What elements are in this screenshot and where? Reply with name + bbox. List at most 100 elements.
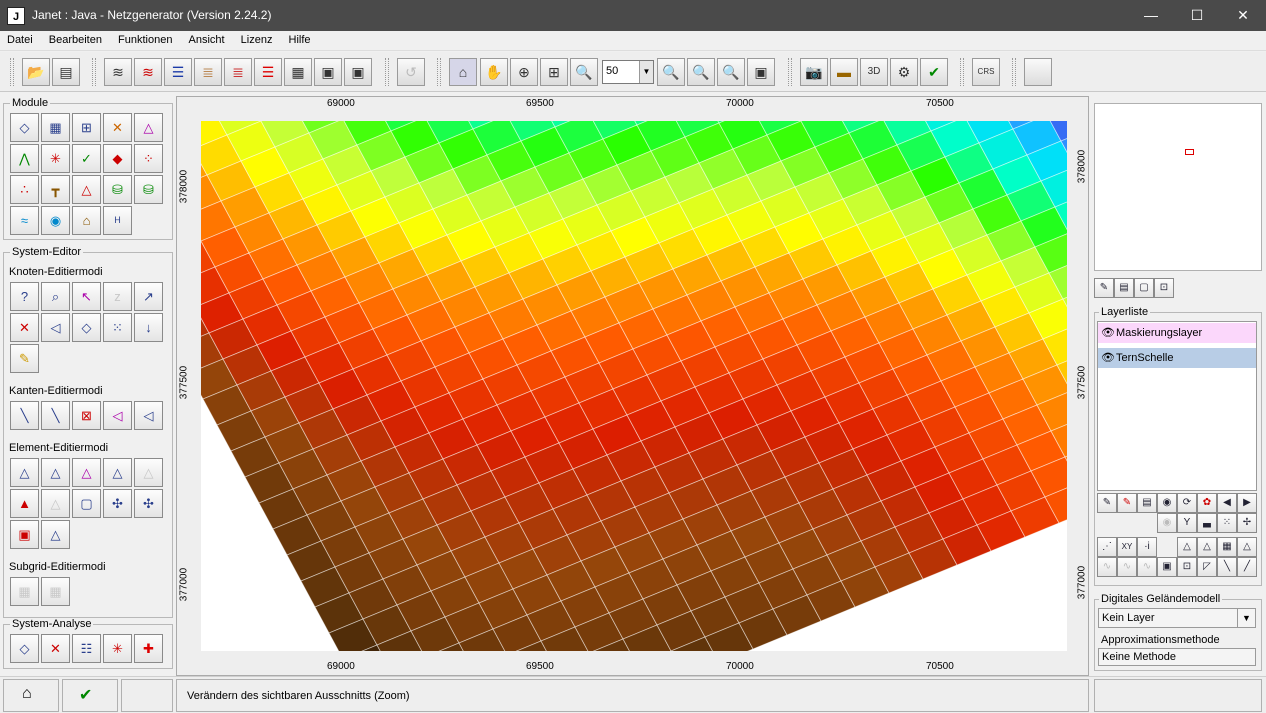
module-wave-icon[interactable]: ≈ <box>10 206 39 235</box>
map-view[interactable]: 69000 69500 70000 70500 69000 69500 7000… <box>176 96 1089 676</box>
overview-viewport[interactable] <box>1185 149 1194 155</box>
node-search-icon[interactable]: ⌕ <box>41 282 70 311</box>
module-cross-icon[interactable]: ✕ <box>103 113 132 142</box>
view-nodes-icon[interactable]: ⋰ <box>1097 537 1117 557</box>
module-export-icon[interactable]: ⛁ <box>134 175 163 204</box>
save-icon[interactable]: ▤ <box>52 58 80 86</box>
view-triangle-icon[interactable]: △ <box>1177 537 1197 557</box>
view-index-icon[interactable]: ·i <box>1137 537 1157 557</box>
subgrid-select-icon[interactable]: ▦ <box>10 577 39 606</box>
module-height-icon[interactable]: H <box>103 206 132 235</box>
element-merge-icon[interactable]: ✣ <box>134 489 163 518</box>
menu-ansicht[interactable]: Ansicht <box>182 31 231 46</box>
view-tri-i-icon[interactable]: △ <box>1237 537 1257 557</box>
module-warning-icon[interactable]: △ <box>72 175 101 204</box>
select-pointer-icon[interactable]: ⌂ <box>449 58 477 86</box>
view-square-icon[interactable]: ▣ <box>1157 557 1177 577</box>
layer-props-icon[interactable]: ▤ <box>1137 493 1157 513</box>
layer-pencil-icon[interactable]: ✎ <box>1097 493 1117 513</box>
module-globe-icon[interactable]: ◉ <box>41 206 70 235</box>
module-tool-icon[interactable]: ┳ <box>41 175 70 204</box>
module-check-icon[interactable]: ✓ <box>72 144 101 173</box>
view-diag-icon[interactable]: ◸ <box>1197 557 1217 577</box>
element-split-icon[interactable]: ✣ <box>103 489 132 518</box>
frame-icon[interactable]: ▢ <box>1134 278 1154 298</box>
element-outline-icon[interactable]: △ <box>41 458 70 487</box>
analyse-list-icon[interactable]: ☷ <box>72 634 101 663</box>
view-edge-z-icon[interactable]: ╲ <box>1217 557 1237 577</box>
layer-list[interactable] <box>1097 321 1257 491</box>
module-house-icon[interactable]: ⌂ <box>72 206 101 235</box>
blank-icon[interactable] <box>1024 58 1052 86</box>
module-points-icon[interactable]: ∴ <box>10 175 39 204</box>
node-rotate-icon[interactable]: ◇ <box>72 313 101 342</box>
module-cube-icon[interactable]: ◆ <box>103 144 132 173</box>
module-nodes-icon[interactable]: ⁘ <box>134 144 163 173</box>
layer-grid-icon[interactable]: ▦ <box>284 58 312 86</box>
menu-funktionen[interactable]: Funktionen <box>111 31 178 46</box>
close-button[interactable]: ✕ <box>1220 0 1266 31</box>
element-hole-icon[interactable]: ▣ <box>10 520 39 549</box>
view-curve3-icon[interactable]: ∿ <box>1137 557 1157 577</box>
layer-item-ternschelle[interactable]: 👁 TernSchelle <box>1098 348 1256 368</box>
import-icon[interactable]: ≋ <box>104 58 132 86</box>
edge-box-icon[interactable]: ⊠ <box>72 401 101 430</box>
module-mesh-icon[interactable]: ◇ <box>10 113 39 142</box>
layer-next-icon[interactable]: ▶ <box>1237 493 1257 513</box>
module-star-icon[interactable]: ✳ <box>41 144 70 173</box>
zoom-window-icon[interactable]: 🔍 <box>717 58 745 86</box>
element-query-icon[interactable]: △ <box>10 458 39 487</box>
layer-color-icon[interactable]: ✿ <box>1197 493 1217 513</box>
module-quad-icon[interactable]: ⊞ <box>72 113 101 142</box>
layer-save-icon[interactable]: ▣ <box>314 58 342 86</box>
module-grid-icon[interactable]: ▦ <box>41 113 70 142</box>
view-edge-icon[interactable]: ╱ <box>1237 557 1257 577</box>
edge-swap-icon[interactable]: ◁ <box>134 401 163 430</box>
node-query-icon[interactable]: ? <box>10 282 39 311</box>
analyse-medic-icon[interactable]: ✚ <box>134 634 163 663</box>
pencil-icon[interactable]: ✎ <box>1094 278 1114 298</box>
zoom-out-icon[interactable]: 🔍 <box>657 58 685 86</box>
layer-red-icon[interactable]: ☰ <box>254 58 282 86</box>
node-select-icon[interactable]: ↖ <box>72 282 101 311</box>
crs-globe-icon[interactable]: CRS <box>972 58 1000 86</box>
subgrid-edit-icon[interactable]: ▦ <box>41 577 70 606</box>
module-triangle-icon[interactable]: △ <box>134 113 163 142</box>
node-z-icon[interactable]: z <box>103 282 132 311</box>
layer-refresh-icon[interactable]: ⟳ <box>1177 493 1197 513</box>
module-database-icon[interactable]: ⛁ <box>103 175 132 204</box>
edge-z-icon[interactable]: ╲ <box>41 401 70 430</box>
view-curve-icon[interactable]: ∿ <box>1097 557 1117 577</box>
node-insert-icon[interactable]: ◁ <box>41 313 70 342</box>
3d-view-icon[interactable]: 3D <box>860 58 888 86</box>
view-tri-grid-icon[interactable]: ▦ <box>1217 537 1237 557</box>
element-disabled-icon[interactable]: △ <box>41 489 70 518</box>
module-path-icon[interactable]: ⋀ <box>10 144 39 173</box>
undo-icon[interactable]: ↺ <box>397 58 425 86</box>
zoom-layer-icon[interactable]: ▣ <box>747 58 775 86</box>
analyse-mesh-icon[interactable]: ✳ <box>103 634 132 663</box>
view-xy-icon[interactable]: XY <box>1117 537 1137 557</box>
target-icon[interactable]: ⊡ <box>1154 278 1174 298</box>
zoom-box-icon[interactable]: ⊞ <box>540 58 568 86</box>
zoom-extent-icon[interactable]: ⊕ <box>510 58 538 86</box>
layer-dots-icon[interactable]: ⁙ <box>1217 513 1237 533</box>
analyse-query-icon[interactable]: ◇ <box>10 634 39 663</box>
layer-eye-icon[interactable]: ◉ <box>1157 493 1177 513</box>
element-z-icon[interactable]: △ <box>134 458 163 487</box>
checklist-icon[interactable]: ✔ <box>79 685 92 705</box>
node-grid-icon[interactable]: ⁙ <box>103 313 132 342</box>
edit-layer-icon[interactable]: ▤ <box>1114 278 1134 298</box>
layer-bar-icon[interactable]: ▃ <box>1197 513 1217 533</box>
ruler-icon[interactable]: ▬ <box>830 58 858 86</box>
layer-delete-icon[interactable]: ✎ <box>1117 493 1137 513</box>
layer-open-icon[interactable]: ≣ <box>194 58 222 86</box>
eye-icon[interactable]: 👁 <box>1101 351 1115 364</box>
node-move-icon[interactable]: ↗ <box>134 282 163 311</box>
lock-user-icon[interactable]: ⌂ <box>22 685 32 703</box>
camera-icon[interactable]: 📷 <box>800 58 828 86</box>
element-plain-icon[interactable]: △ <box>103 458 132 487</box>
maximize-button[interactable]: ☐ <box>1174 0 1220 31</box>
pan-hand-icon[interactable]: ✋ <box>480 58 508 86</box>
zoom-level-select[interactable]: 50 ▼ <box>602 60 654 84</box>
